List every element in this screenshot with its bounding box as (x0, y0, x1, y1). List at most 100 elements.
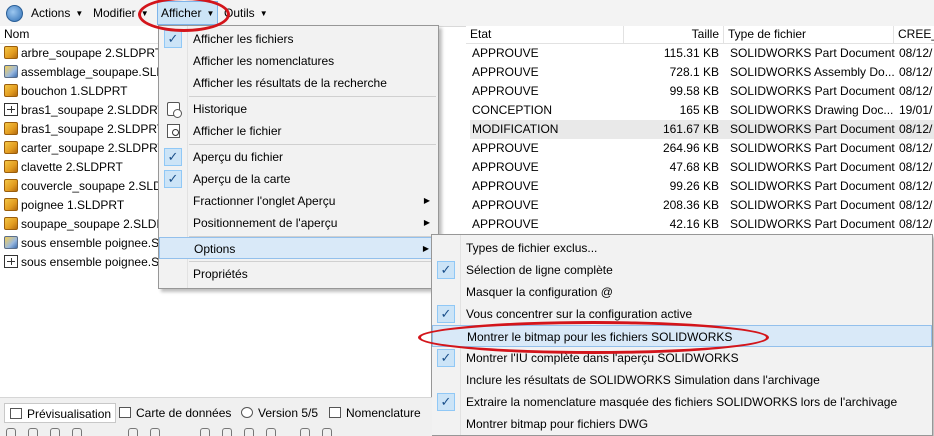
table-row-details[interactable]: APPROUVE 208.36 KB SOLIDWORKS Part Documen… (470, 196, 934, 215)
table-row-details[interactable]: APPROUVE 99.58 KB SOLIDWORKS Part Document… (470, 82, 934, 101)
refresh-icon[interactable] (72, 428, 82, 436)
column-taille[interactable]: Taille (624, 26, 724, 43)
menu-item-montrer-iu[interactable]: ✓ Montrer l'IU complète dans l'aperçu SOL… (432, 347, 932, 369)
cell-size: 115.31 KB (663, 46, 719, 60)
table-row-details[interactable]: APPROUVE 264.96 KB SOLIDWORKS Part Documen… (470, 139, 934, 158)
table-row[interactable]: poignee 1.SLDPRT (4, 196, 124, 215)
part-icon (4, 160, 18, 173)
table-row[interactable]: sous ensemble poignee.S (4, 253, 159, 272)
rotate-icon[interactable] (50, 428, 60, 436)
cell-date: 08/12/ (899, 65, 933, 79)
table-row[interactable]: bras1_soupape 2.SLDPRT (4, 120, 164, 139)
tab-nomenclature[interactable]: Nomenclature (324, 403, 425, 423)
table-row-details[interactable]: APPROUVE 47.68 KB SOLIDWORKS Part Document… (470, 158, 934, 177)
table-row-details[interactable]: CONCEPTION 165 KB SOLIDWORKS Drawing Doc..… (470, 101, 934, 120)
menu-item-afficher-nomenclatures[interactable]: Afficher les nomenclatures (159, 50, 438, 72)
table-row-details[interactable]: APPROUVE 115.31 KB SOLIDWORKS Part Documen… (470, 44, 934, 63)
table-row[interactable]: carter_soupape 2.SLDPRT (4, 139, 165, 158)
section-icon[interactable] (222, 428, 232, 436)
menu-item-apercu-fichier[interactable]: ✓ Aperçu du fichier (159, 146, 438, 168)
vault-icon[interactable] (6, 5, 23, 22)
box-icon[interactable] (150, 428, 160, 436)
tab-previsualisation[interactable]: Prévisualisation (4, 403, 117, 423)
column-cree-label: CREE_L (898, 27, 934, 41)
cell-state: APPROUVE (472, 84, 539, 98)
preview-tab-bar: Prévisualisation Carte de données Versio… (0, 397, 432, 428)
table-row[interactable]: assemblage_soupape.SLD (4, 63, 165, 82)
menu-modifier[interactable]: Modifier ▼ (93, 0, 149, 26)
column-cree[interactable]: CREE_L (894, 26, 934, 43)
table-row[interactable]: couvercle_soupape 2.SLD (4, 177, 162, 196)
menu-item-label: Afficher les fichiers (193, 32, 294, 46)
menu-item-extraire-nomenclature[interactable]: ✓ Extraire la nomenclature masquée des fi… (432, 391, 932, 413)
checkmark-icon: ✓ (437, 393, 455, 411)
menu-item-apercu-carte[interactable]: ✓ Aperçu de la carte (159, 168, 438, 190)
menu-item-selection-ligne[interactable]: ✓ Sélection de ligne complète (432, 259, 932, 281)
zoom-icon[interactable] (6, 428, 16, 436)
column-etat[interactable]: Etat (466, 26, 624, 43)
menu-bar: Actions ▼ Modifier ▼ Afficher ▼ Outils ▼ (0, 0, 934, 27)
tab-carte-donnees[interactable]: Carte de données (114, 403, 235, 423)
cell-size: 99.58 KB (669, 84, 719, 98)
menu-item-afficher-resultats[interactable]: Afficher les résultats de la recherche (159, 72, 438, 94)
file-name: couvercle_soupape 2.SLD (21, 179, 162, 193)
table-row-details[interactable]: APPROUVE 728.1 KB SOLIDWORKS Assembly Do..… (470, 63, 934, 82)
cell-type: SOLIDWORKS Part Document (730, 217, 895, 231)
menu-item-afficher-fichier[interactable]: Afficher le fichier (159, 120, 438, 142)
menu-item-fractionner[interactable]: Fractionner l'onglet Aperçu ▶ (159, 190, 438, 212)
cell-date: 08/12/ (899, 46, 933, 60)
cell-date: 19/01/ (899, 103, 933, 117)
menu-item-masquer-config[interactable]: Masquer la configuration @ (432, 281, 932, 303)
markup-icon[interactable] (266, 428, 276, 436)
cell-size: 47.68 KB (669, 160, 719, 174)
measure-icon[interactable] (244, 428, 254, 436)
table-row[interactable]: arbre_soupape 2.SLDPRT (4, 44, 162, 63)
table-row[interactable]: clavette 2.SLDPRT (4, 158, 123, 177)
menu-item-options[interactable]: Options ▶ (159, 237, 438, 259)
menu-item-label: Options (194, 242, 236, 256)
menu-item-historique[interactable]: Historique (159, 98, 438, 120)
menu-item-afficher-fichiers[interactable]: ✓ Afficher les fichiers (159, 28, 438, 50)
column-type-label: Type de fichier (728, 27, 807, 41)
menu-item-types-exclus[interactable]: Types de fichier exclus... (432, 237, 932, 259)
menu-item-proprietes[interactable]: Propriétés (159, 263, 438, 285)
menu-actions[interactable]: Actions ▼ (31, 0, 83, 26)
print-icon[interactable] (322, 428, 332, 436)
menu-item-inclure-simulation[interactable]: Inclure les résultats de SOLIDWORKS Simu… (432, 369, 932, 391)
table-row-details[interactable]: APPROUVE 42.16 KB SOLIDWORKS Part Document… (470, 215, 934, 234)
menu-afficher[interactable]: Afficher ▼ (157, 1, 219, 25)
drawing-icon (4, 255, 18, 268)
chevron-down-icon: ▼ (140, 9, 149, 18)
file-name: assemblage_soupape.SLD (21, 65, 166, 79)
table-row[interactable]: sous ensemble poignee.S (4, 234, 159, 253)
tab-version[interactable]: Version 5/5 (236, 403, 322, 423)
data-card-icon (119, 407, 131, 418)
menu-item-positionnement[interactable]: Positionnement de l'aperçu ▶ (159, 212, 438, 234)
view-icon[interactable] (200, 428, 210, 436)
table-row[interactable]: bras1_soupape 2.SLDDRW (4, 101, 169, 120)
view-file-icon (167, 124, 180, 138)
preview-toolbar (0, 427, 432, 436)
table-row[interactable]: soupape_soupape 2.SLDP (4, 215, 164, 234)
cell-size: 42.16 KB (669, 217, 719, 231)
menu-item-concentrer-config[interactable]: ✓ Vous concentrer sur la configuration ac… (432, 303, 932, 325)
menu-outils[interactable]: Outils ▼ (224, 0, 268, 26)
select-icon[interactable] (128, 428, 138, 436)
table-row-details[interactable]: APPROUVE 99.26 KB SOLIDWORKS Part Document… (470, 177, 934, 196)
tab-label: Carte de données (136, 406, 232, 420)
menu-actions-label: Actions (31, 6, 71, 20)
checkmark-icon: ✓ (164, 30, 182, 48)
menu-item-bitmap-dwg[interactable]: Montrer bitmap pour fichiers DWG (432, 413, 932, 435)
submenu-arrow-icon: ▶ (423, 218, 430, 227)
table-row[interactable]: bouchon 1.SLDPRT (4, 82, 128, 101)
menu-item-label: Sélection de ligne complète (466, 263, 613, 277)
table-row-details[interactable]: MODIFICATION 161.67 KB SOLIDWORKS Part Doc… (470, 120, 934, 139)
pan-icon[interactable] (28, 428, 38, 436)
file-name: carter_soupape 2.SLDPRT (21, 141, 165, 155)
file-name: sous ensemble poignee.S (21, 255, 160, 269)
column-type[interactable]: Type de fichier (724, 26, 894, 43)
display-icon[interactable] (300, 428, 310, 436)
column-nom-label: Nom (4, 27, 30, 41)
menu-item-label: Fractionner l'onglet Aperçu (193, 194, 336, 208)
menu-item-montrer-bitmap[interactable]: Montrer le bitmap pour les fichiers SOLI… (432, 325, 932, 347)
